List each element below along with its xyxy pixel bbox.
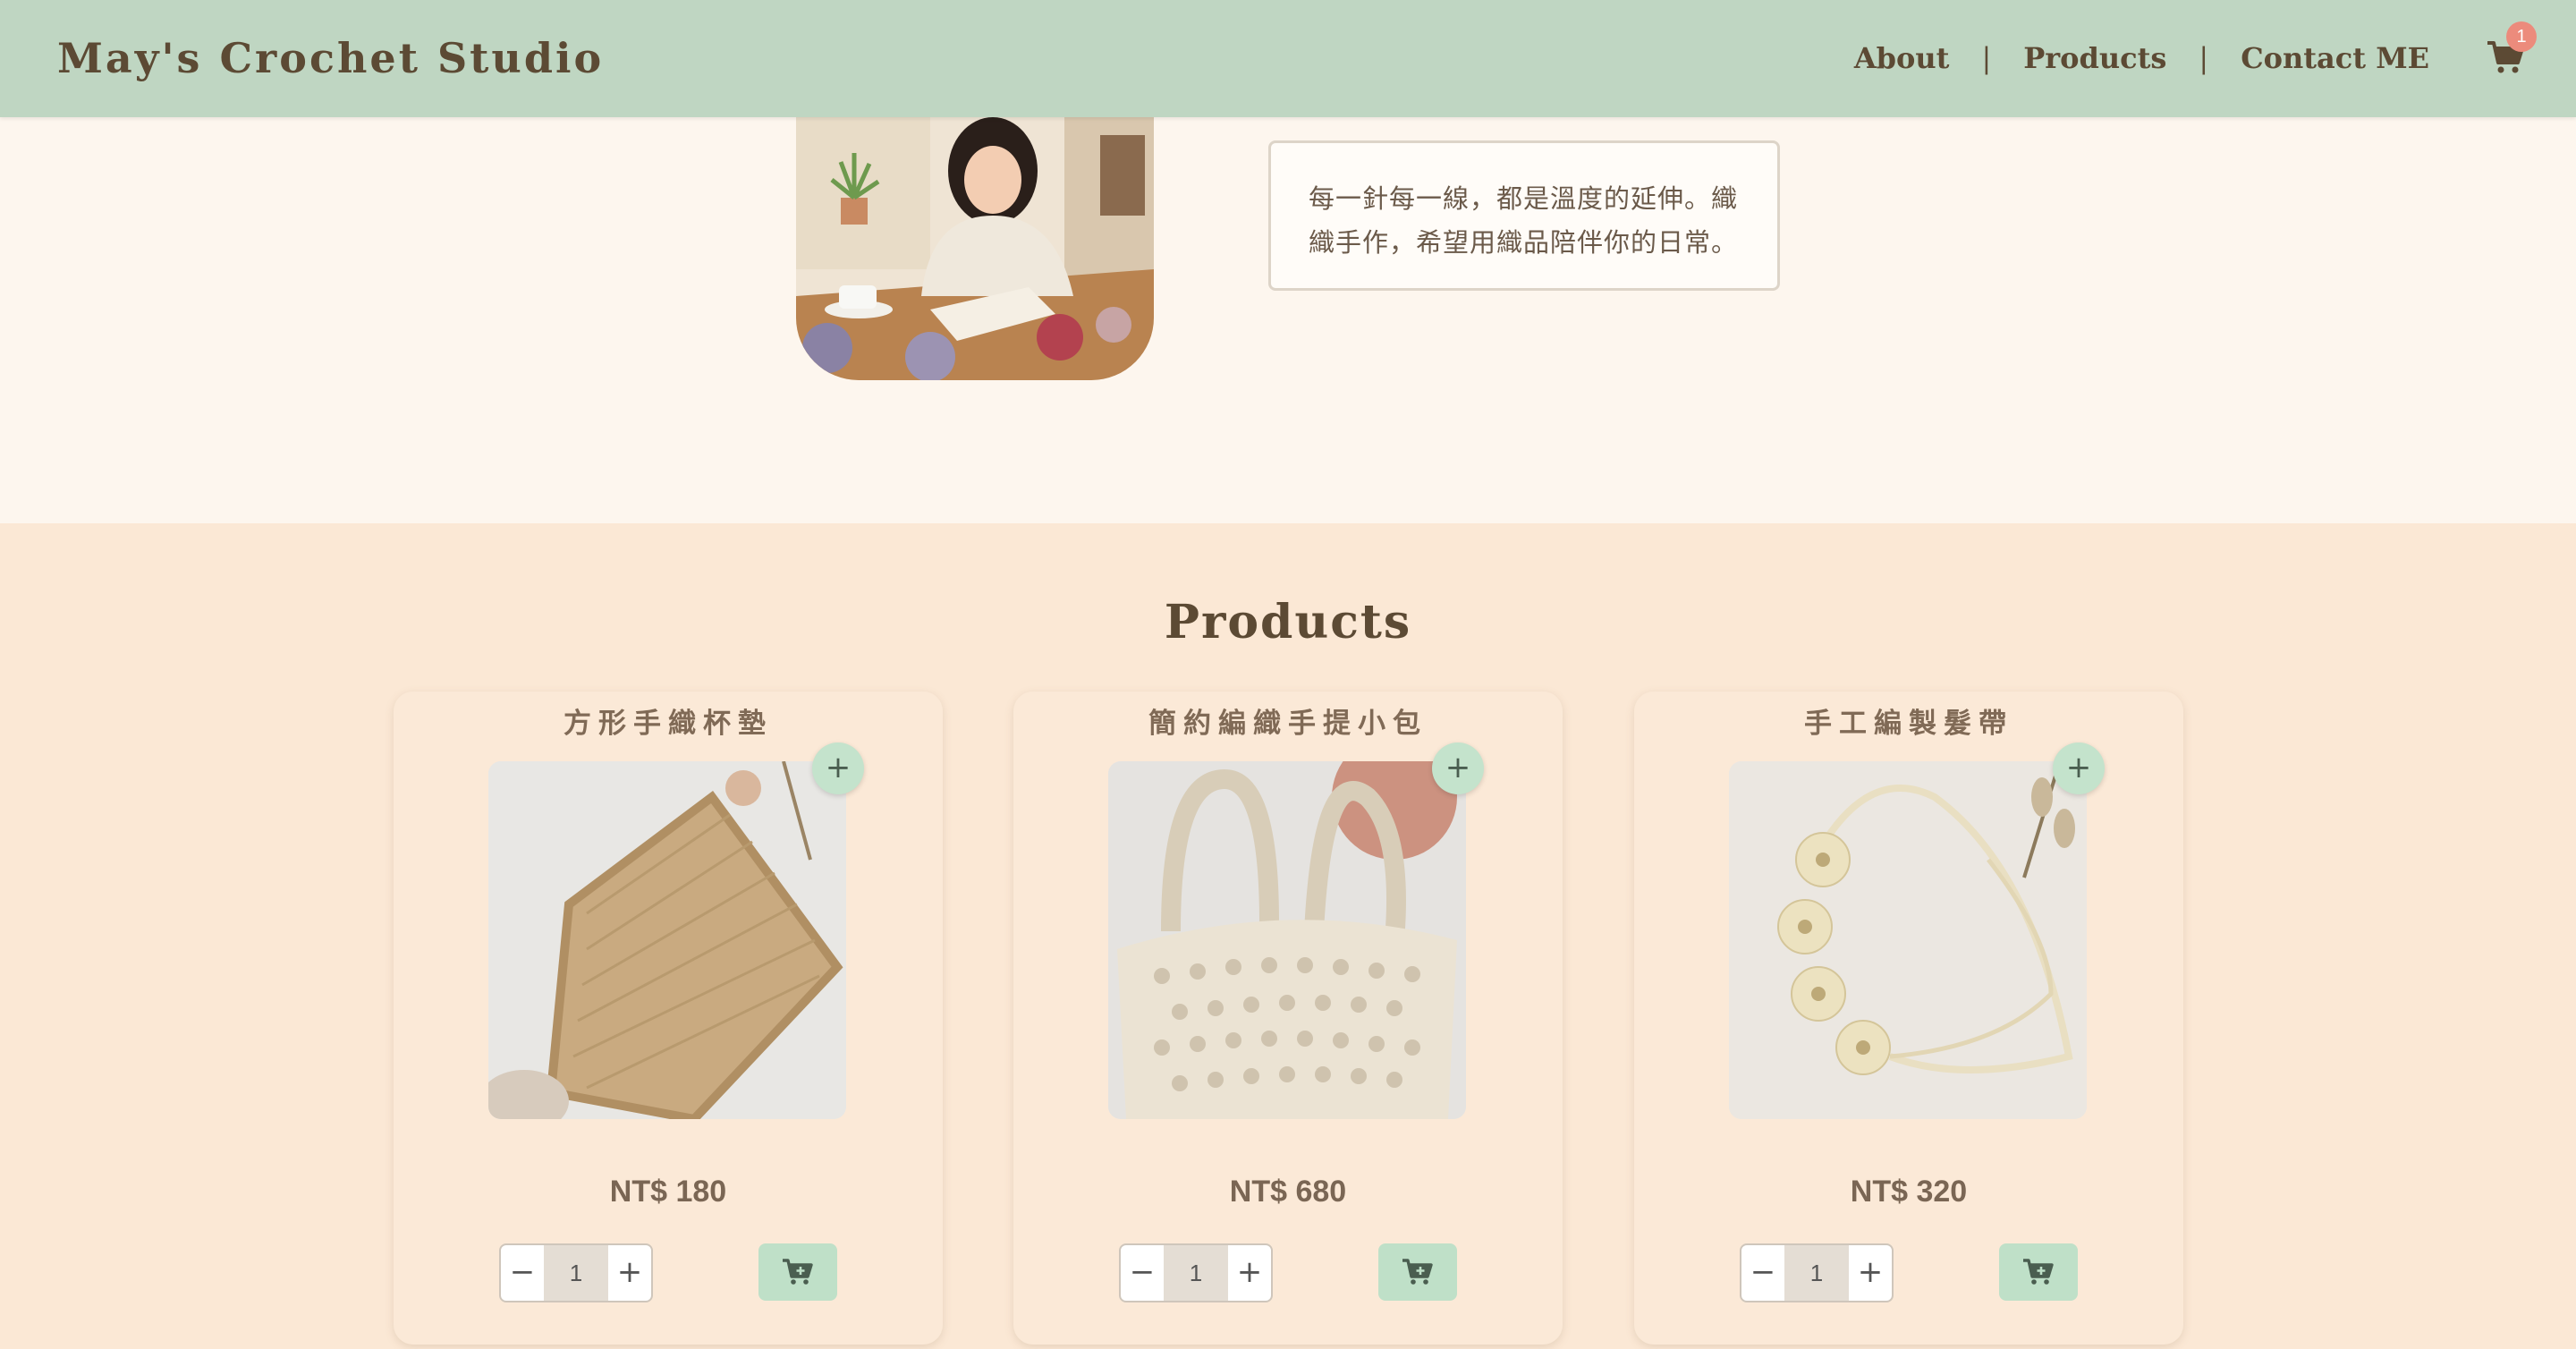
product-name: 手工編製髮帶 [1804,708,2013,740]
main-nav: About | Products | Contact ME [1854,27,2429,89]
products-section: Products 方形手織杯墊 + NT$ 180 − 1 + 簡約編織手提小包… [0,523,2576,1349]
nav-contact[interactable]: Contact ME [2241,41,2429,75]
qty-input[interactable]: 1 [544,1245,608,1301]
qty-input[interactable]: 1 [1164,1245,1228,1301]
products-heading: Products [1164,595,1412,649]
product-card: 簡約編織手提小包 + NT$ 680 − 1 + [1013,691,1563,1345]
product-image-tote[interactable] [1108,761,1466,1119]
about-section: 每一針每一線，都是溫度的延伸。織織手作，希望用織品陪伴你的日常。 [0,117,2576,523]
cart-add-icon [1402,1259,1433,1285]
about-text-box: 每一針每一線，都是溫度的延伸。織織手作，希望用織品陪伴你的日常。 [1268,140,1780,291]
nav-separator: | [2199,41,2209,75]
decrease-qty-button[interactable]: − [501,1245,544,1301]
quick-add-button[interactable]: + [1432,742,1484,794]
nav-separator: | [1981,41,1992,75]
product-card: 方形手織杯墊 + NT$ 180 − 1 + [394,691,943,1345]
increase-qty-button[interactable]: + [1849,1245,1892,1301]
quick-add-button[interactable]: + [812,742,864,794]
qty-input[interactable]: 1 [1784,1245,1849,1301]
nav-about[interactable]: About [1854,41,1950,75]
product-name: 簡約編織手提小包 [1148,708,1428,740]
add-to-cart-button[interactable] [1378,1243,1457,1301]
nav-products[interactable]: Products [2023,41,2166,75]
quantity-stepper: − 1 + [499,1243,653,1302]
product-name: 方形手織杯墊 [564,708,773,740]
decrease-qty-button[interactable]: − [1741,1245,1784,1301]
product-image-headband[interactable] [1729,761,2087,1119]
quick-add-button[interactable]: + [2053,742,2105,794]
add-to-cart-button[interactable] [758,1243,837,1301]
cart-add-icon [2023,1259,2054,1285]
increase-qty-button[interactable]: + [608,1245,651,1301]
site-header: May's Crochet Studio About | Products | … [0,0,2576,117]
product-price: NT$ 320 [1850,1175,1968,1209]
decrease-qty-button[interactable]: − [1121,1245,1164,1301]
increase-qty-button[interactable]: + [1228,1245,1271,1301]
cart-add-icon [783,1259,813,1285]
product-price: NT$ 680 [1229,1175,1347,1209]
brand-logo[interactable]: May's Crochet Studio [57,27,604,89]
quantity-stepper: − 1 + [1119,1243,1273,1302]
about-illustration [796,117,1154,380]
cart-count-badge: 1 [2506,21,2537,52]
add-to-cart-button[interactable] [1999,1243,2078,1301]
product-price: NT$ 180 [609,1175,727,1209]
product-card: 手工編製髮帶 + NT$ 320 − 1 + [1634,691,2183,1345]
quantity-stepper: − 1 + [1740,1243,1894,1302]
product-image-coaster[interactable] [488,761,846,1119]
